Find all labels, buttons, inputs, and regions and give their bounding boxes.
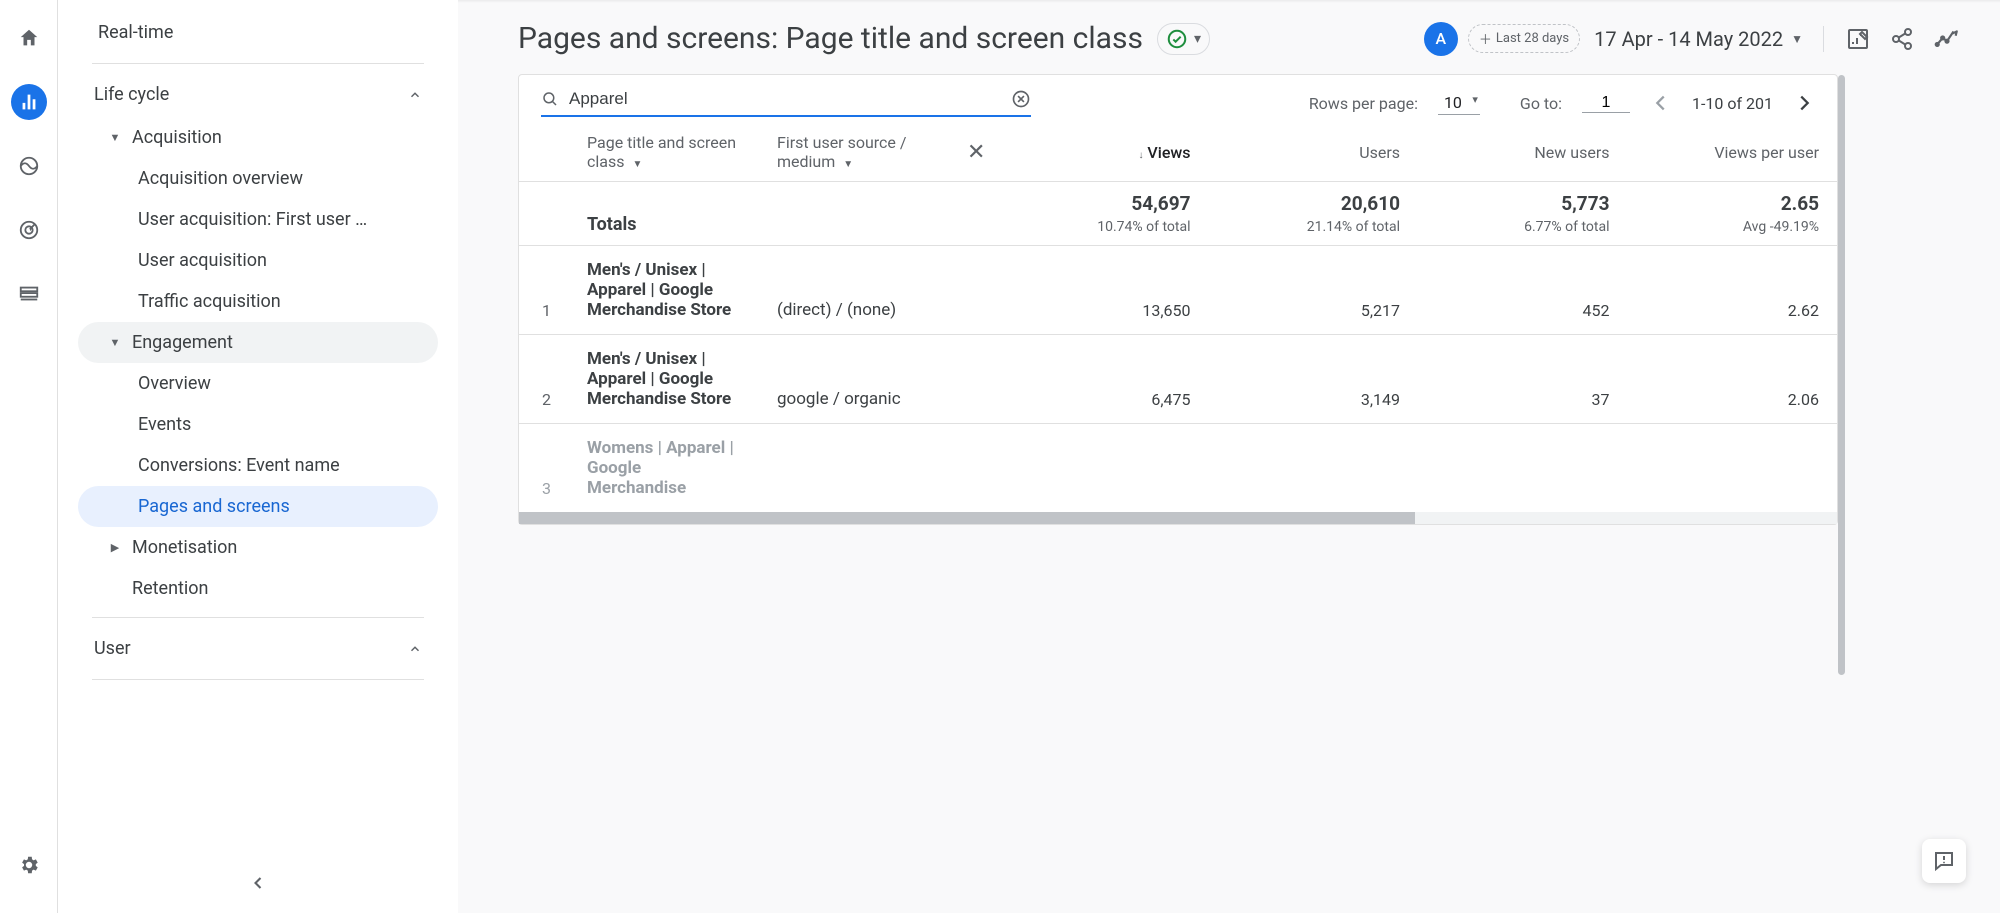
- collapse-sidebar-icon[interactable]: [248, 873, 268, 893]
- goto-input[interactable]: [1582, 94, 1630, 113]
- sidebar-group-engagement[interactable]: ▼ Engagement: [78, 322, 438, 363]
- add-comparison-button[interactable]: ＋ Last 28 days: [1468, 24, 1580, 53]
- table-toolbar: Rows per page: 10 Go to: 1-10 of 201: [519, 75, 1837, 123]
- clear-search-icon[interactable]: [1011, 89, 1031, 109]
- column-header-viewsperuser[interactable]: Views per user: [1628, 123, 1838, 182]
- dropdown-caret-icon: ▾: [1194, 31, 1201, 47]
- nav-retention[interactable]: Retention: [78, 568, 438, 609]
- remove-dimension-icon[interactable]: ✕: [967, 140, 985, 165]
- goto-label: Go to:: [1520, 94, 1562, 113]
- date-range-picker[interactable]: 17 Apr - 14 May 2022 ▼: [1594, 27, 1803, 51]
- home-icon[interactable]: [11, 20, 47, 56]
- data-table-card: Rows per page: 10 Go to: 1-10 of 201: [518, 74, 1838, 525]
- sidebar: Real-time Life cycle ▼ Acquisition Acqui…: [58, 0, 458, 913]
- totals-row: Totals 54,69710.74% of total 20,61021.14…: [519, 182, 1837, 246]
- column-header-dim2[interactable]: First user source / medium ▼: [759, 123, 949, 182]
- customize-report-icon[interactable]: [1846, 27, 1870, 51]
- reports-icon[interactable]: [11, 84, 47, 120]
- nav-conversions[interactable]: Conversions: Event name: [78, 445, 438, 486]
- main: Pages and screens: Page title and screen…: [458, 0, 2000, 913]
- column-header-views[interactable]: ↓ Views: [999, 123, 1209, 182]
- insights-icon[interactable]: [1934, 26, 1960, 52]
- share-icon[interactable]: [1890, 27, 1914, 51]
- table-row[interactable]: 1 Men's / Unisex | Apparel | Google Merc…: [519, 246, 1837, 335]
- column-header-users[interactable]: Users: [1209, 123, 1419, 182]
- horizontal-scrollbar[interactable]: [519, 512, 1837, 524]
- sidebar-group-monetisation[interactable]: ▶ Monetisation: [78, 527, 438, 568]
- nav-events[interactable]: Events: [78, 404, 438, 445]
- prev-page-icon[interactable]: [1650, 92, 1672, 114]
- configure-icon[interactable]: [11, 276, 47, 312]
- advertising-icon[interactable]: [11, 212, 47, 248]
- search-field[interactable]: [541, 89, 1031, 117]
- sidebar-section-label: Life cycle: [94, 84, 169, 105]
- dropdown-caret-icon: ▼: [1791, 32, 1803, 46]
- page-title: Pages and screens: Page title and screen…: [518, 21, 1143, 56]
- sidebar-section-user[interactable]: User: [78, 626, 438, 671]
- page-header: Pages and screens: Page title and screen…: [458, 3, 2000, 74]
- page-range-text: 1-10 of 201: [1692, 94, 1773, 113]
- chevron-up-icon: [408, 88, 422, 102]
- search-icon: [541, 90, 559, 108]
- vertical-scrollbar[interactable]: [1838, 75, 1845, 524]
- nav-pages-screens[interactable]: Pages and screens: [78, 486, 438, 527]
- rows-per-page-label: Rows per page:: [1309, 94, 1418, 113]
- sidebar-group-acquisition[interactable]: ▼ Acquisition: [78, 117, 438, 158]
- status-pill[interactable]: ▾: [1157, 23, 1210, 55]
- plus-icon: ＋: [1479, 29, 1492, 48]
- column-header-dim1[interactable]: Page title and screen class ▼: [569, 123, 759, 182]
- caret-down-icon: ▼: [108, 131, 122, 144]
- nav-user-acquisition-first[interactable]: User acquisition: First user …: [78, 199, 438, 240]
- search-input[interactable]: [569, 89, 1001, 109]
- nav-engagement-overview[interactable]: Overview: [78, 363, 438, 404]
- icon-rail: [0, 0, 58, 913]
- table-row[interactable]: 3 Womens | Apparel | Google Merchandise: [519, 424, 1837, 513]
- sidebar-section-lifecycle[interactable]: Life cycle: [78, 72, 438, 117]
- column-header-newusers[interactable]: New users: [1418, 123, 1628, 182]
- explore-icon[interactable]: [11, 148, 47, 184]
- sidebar-section-label: User: [94, 638, 131, 659]
- nav-traffic-acquisition[interactable]: Traffic acquisition: [78, 281, 438, 322]
- table-row[interactable]: 2 Men's / Unisex | Apparel | Google Merc…: [519, 335, 1837, 424]
- data-table: Page title and screen class ▼ First user…: [519, 123, 1837, 512]
- nav-acquisition-overview[interactable]: Acquisition overview: [78, 158, 438, 199]
- caret-down-icon: ▼: [108, 336, 122, 349]
- nav-user-acquisition[interactable]: User acquisition: [78, 240, 438, 281]
- rows-per-page-select[interactable]: 10: [1438, 91, 1480, 115]
- settings-icon[interactable]: [11, 847, 47, 883]
- check-circle-icon: [1166, 28, 1188, 50]
- feedback-button[interactable]: [1922, 839, 1966, 883]
- sidebar-realtime[interactable]: Real-time: [78, 10, 438, 55]
- chevron-up-icon: [408, 642, 422, 656]
- segment-avatar[interactable]: A: [1424, 22, 1458, 56]
- caret-right-icon: ▶: [108, 541, 122, 554]
- next-page-icon[interactable]: [1793, 92, 1815, 114]
